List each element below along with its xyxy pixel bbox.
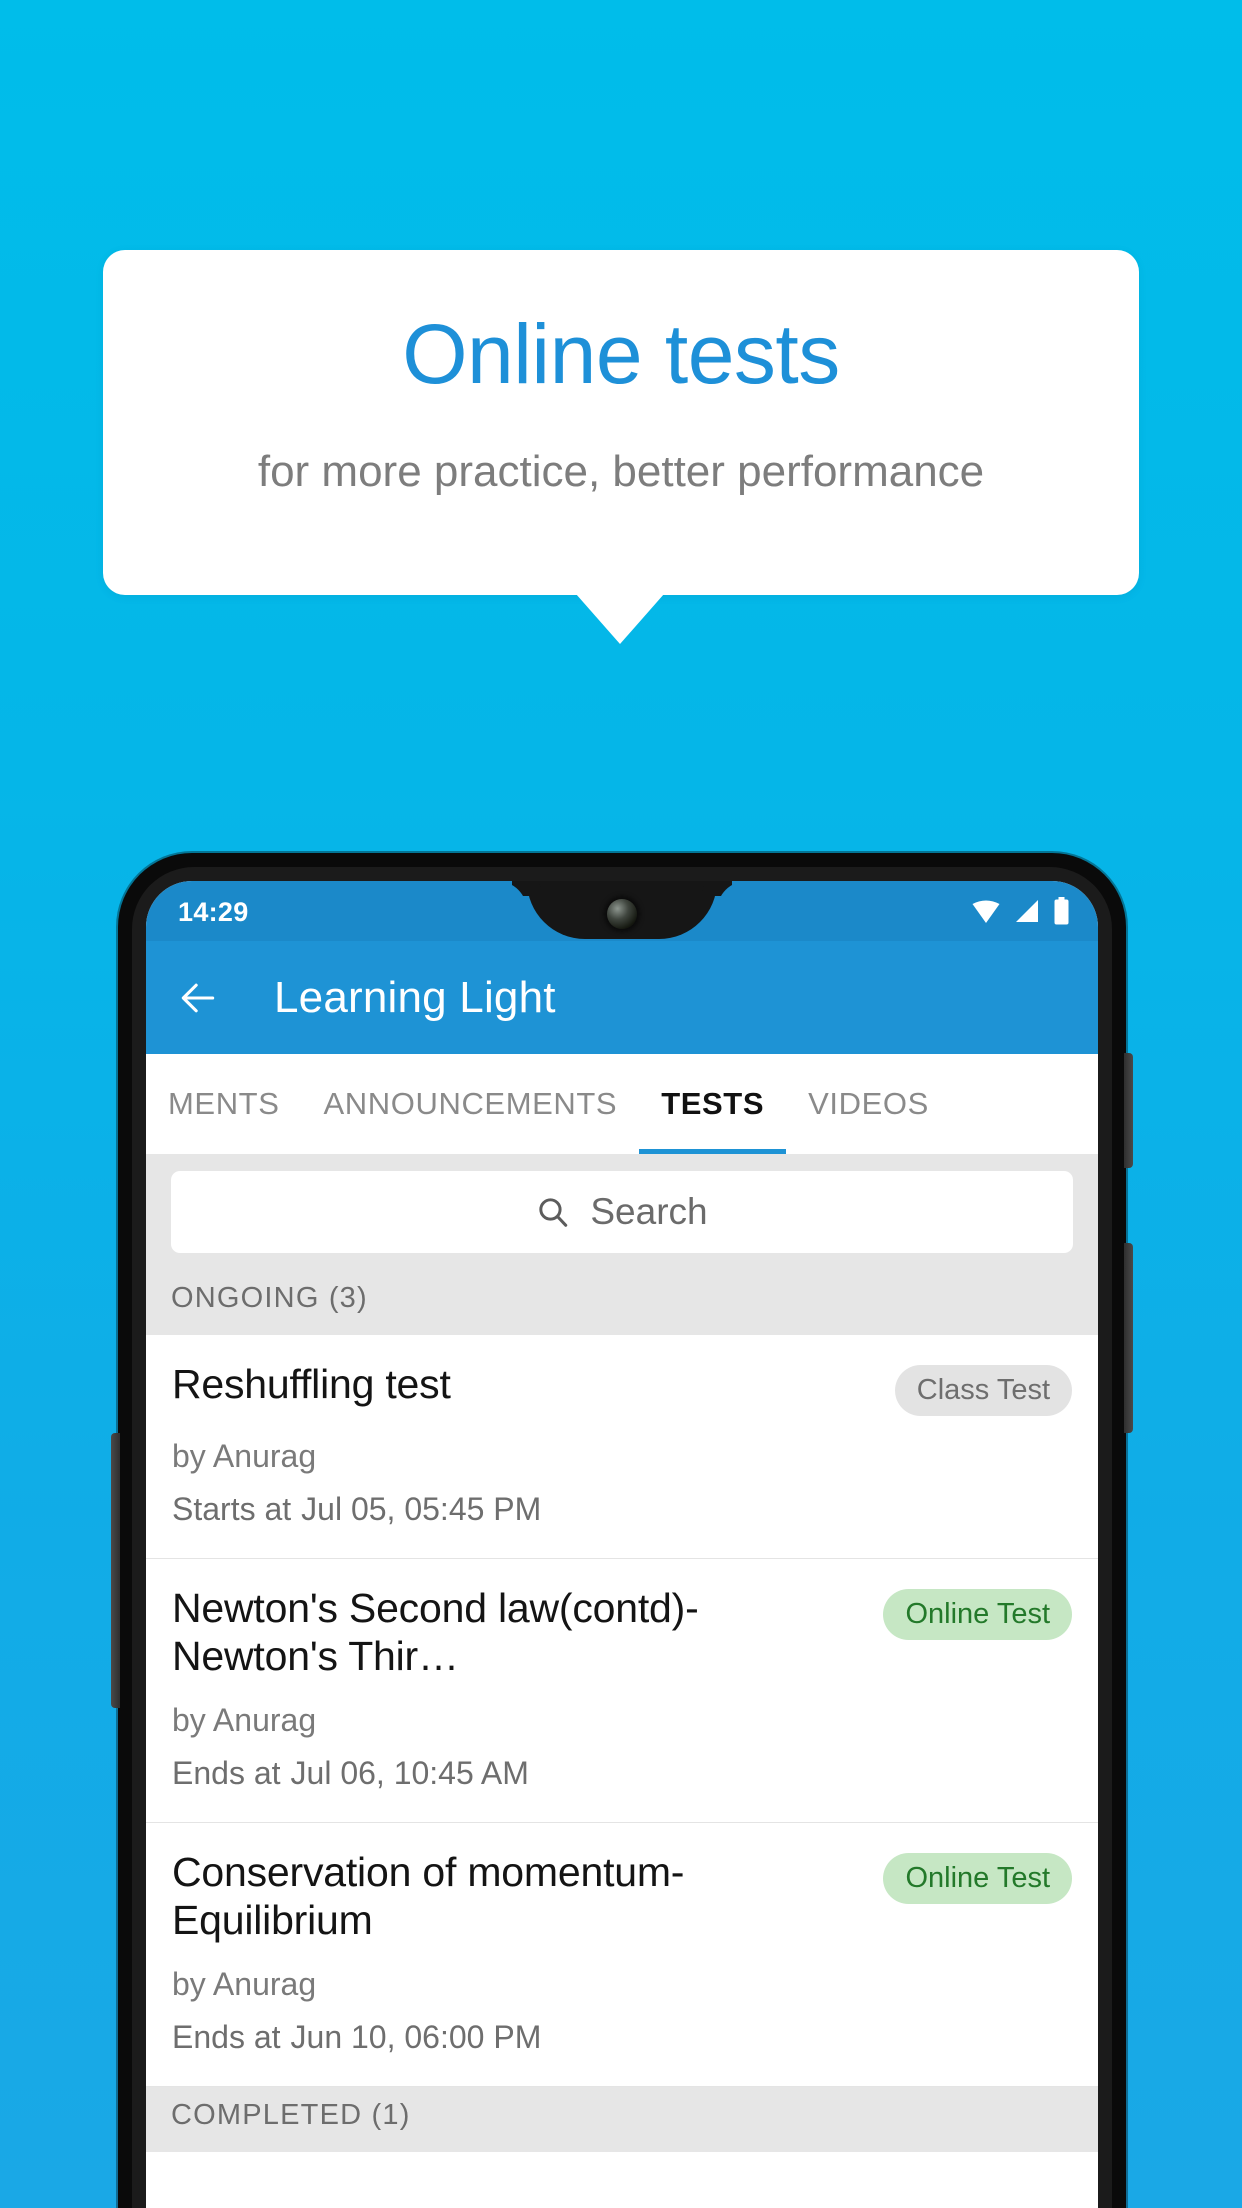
test-author: by Anurag xyxy=(172,1966,317,2003)
search-input[interactable]: Search xyxy=(171,1171,1073,1253)
search-container: Search xyxy=(146,1154,1098,1270)
status-bar: 14:29 xyxy=(146,881,1098,941)
section-header-ongoing: ONGOING (3) xyxy=(146,1270,1098,1335)
active-tab-indicator xyxy=(639,1149,786,1154)
tab-bar: MENTS ANNOUNCEMENTS TESTS VIDEOS xyxy=(146,1054,1098,1154)
phone-mockup: 14:29 Learning Light MENTS ANNOUNCEMENTS… xyxy=(111,853,1133,2208)
tab-assignments[interactable]: MENTS xyxy=(146,1054,302,1154)
test-time: Starts at Jul 05, 05:45 PM xyxy=(172,1491,1072,1528)
tab-tests[interactable]: TESTS xyxy=(639,1054,786,1154)
page-title: Learning Light xyxy=(274,972,556,1022)
tab-announcements[interactable]: ANNOUNCEMENTS xyxy=(302,1054,640,1154)
volume-down-button[interactable] xyxy=(1124,1243,1133,1433)
test-time-label: Ends at xyxy=(172,1755,281,1792)
test-title: Conservation of momentum-Equilibrium xyxy=(172,1849,685,1943)
status-badge: Class Test xyxy=(894,1365,1072,1416)
status-badge: Online Test xyxy=(883,1589,1072,1640)
test-title: Reshuffling test xyxy=(172,1361,451,1407)
test-time-value: Jul 06, 10:45 AM xyxy=(290,1755,529,1792)
test-author: by Anurag xyxy=(172,1702,317,1739)
test-time-label: Ends at xyxy=(172,2019,281,2056)
status-badge: Online Test xyxy=(883,1853,1072,1905)
test-list-item[interactable]: Newton's Second law(contd)-Newton's Thir… xyxy=(146,1559,1098,1824)
volume-up-button[interactable] xyxy=(1124,1053,1133,1168)
device-screen: 14:29 Learning Light MENTS ANNOUNCEMENTS… xyxy=(146,881,1098,2208)
promo-screenshot: Online tests for more practice, better p… xyxy=(0,0,1242,2208)
test-author: by Anurag xyxy=(172,1438,317,1474)
front-camera-icon xyxy=(607,899,637,929)
signal-icon xyxy=(1016,900,1038,922)
status-time: 14:29 xyxy=(178,897,249,927)
test-time-value: Jul 05, 05:45 PM xyxy=(301,1491,542,1527)
back-arrow-icon[interactable] xyxy=(176,976,220,1020)
callout-title: Online tests xyxy=(402,307,840,401)
test-time: Ends at Jun 10, 06:00 PM xyxy=(172,2019,1072,2056)
battery-icon xyxy=(1054,897,1069,925)
tab-videos[interactable]: VIDEOS xyxy=(786,1054,951,1154)
section-header-completed: COMPLETED (1) xyxy=(146,2087,1098,2153)
callout-pointer-triangle xyxy=(576,594,664,644)
wifi-icon xyxy=(972,900,1000,923)
test-time-value: Jun 10, 06:00 PM xyxy=(290,2019,542,2056)
app-bar: Learning Light xyxy=(146,941,1098,1054)
test-list-item[interactable]: Reshuffling test Class Test by Anurag St… xyxy=(146,1335,1098,1559)
search-icon xyxy=(539,1198,568,1227)
test-time: Ends at Jul 06, 10:45 AM xyxy=(172,1755,1072,1792)
power-button[interactable] xyxy=(111,1433,120,1708)
status-icons xyxy=(971,897,1070,925)
test-time-label: Starts at xyxy=(172,1491,292,1527)
callout-subtitle: for more practice, better performance xyxy=(257,447,985,496)
callout-card: Online tests for more practice, better p… xyxy=(103,250,1139,595)
test-list-item[interactable]: Conservation of momentum-Equilibrium Onl… xyxy=(146,1823,1098,2088)
search-placeholder: Search xyxy=(590,1191,708,1232)
test-title: Newton's Second law(contd)-Newton's Thir… xyxy=(172,1585,699,1679)
